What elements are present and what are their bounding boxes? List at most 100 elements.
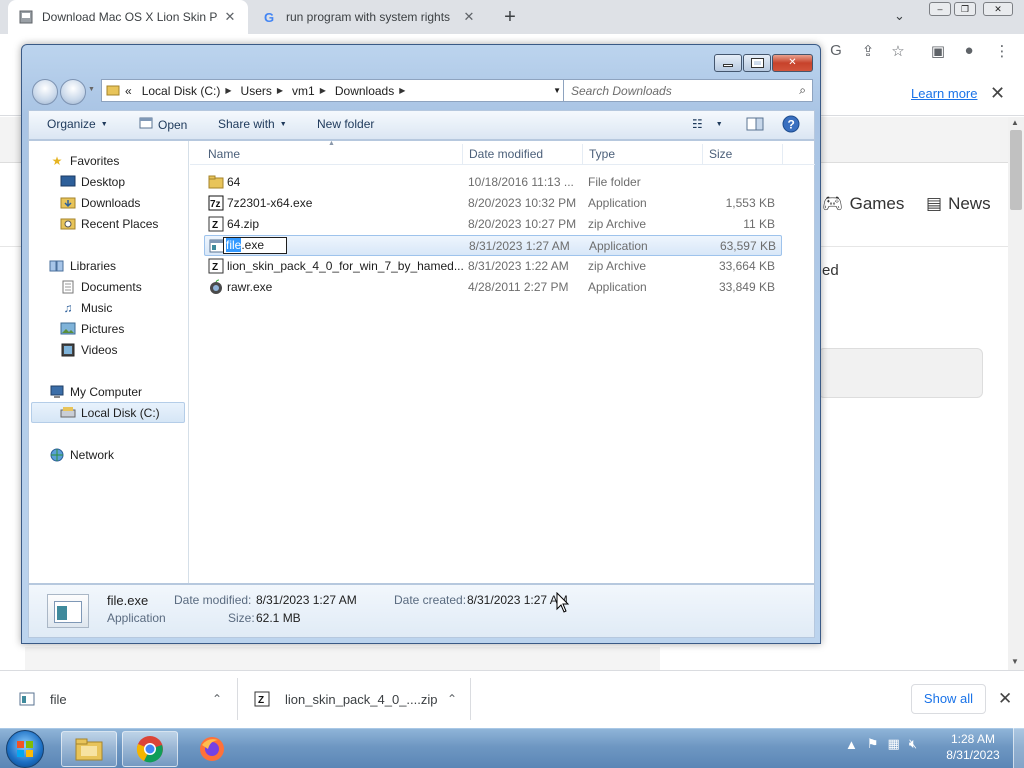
close-shelf-icon[interactable]: ✕ <box>998 689 1012 709</box>
nav-local-disk[interactable]: Local Disk (C:) <box>31 402 185 423</box>
organize-menu[interactable]: Organize ▼ <box>47 117 108 131</box>
nav-pictures[interactable]: Pictures <box>60 318 124 339</box>
nav-favorites[interactable]: ★ Favorites <box>49 150 120 171</box>
file-row[interactable]: Z lion_skin_pack_4_0_for_win_7_by_hamed.… <box>204 256 782 277</box>
window-minimize-button[interactable]: – <box>929 2 951 16</box>
open-button[interactable]: Open <box>139 117 187 132</box>
breadcrumb-users[interactable]: Users <box>241 84 272 98</box>
action-center-flag-icon[interactable]: ⚑ <box>867 736 879 752</box>
tab-run-program[interactable]: G run program with system rights ✕ <box>252 0 487 34</box>
preview-pane-button[interactable] <box>746 117 764 131</box>
open-label: Open <box>158 117 188 132</box>
nav-libraries[interactable]: Libraries <box>49 255 116 276</box>
change-view-button[interactable]: ☷ ▼ <box>692 117 723 131</box>
new-tab-button[interactable]: + <box>498 5 522 29</box>
nav-my-computer[interactable]: My Computer <box>49 381 142 402</box>
back-arrow-icon[interactable] <box>32 79 58 105</box>
bookmark-star-icon[interactable]: ☆ <box>887 42 909 60</box>
volume-muted-icon[interactable]: 🔇︎ <box>909 736 917 752</box>
nav-network[interactable]: Network <box>49 444 114 465</box>
download-item-file[interactable]: file ⌃ <box>18 670 222 728</box>
tray-expand-icon[interactable]: ▲ <box>845 737 858 752</box>
start-button[interactable] <box>6 730 44 768</box>
address-overflow[interactable]: « <box>125 84 132 98</box>
network-icon[interactable]: ▦ <box>888 736 900 752</box>
new-folder-button[interactable]: New folder <box>317 117 374 131</box>
explorer-minimize-button[interactable] <box>714 54 742 72</box>
site-search-box[interactable] <box>818 348 983 398</box>
nav-downloads[interactable]: Downloads <box>60 192 140 213</box>
nav-label: My Computer <box>70 384 143 399</box>
breadcrumb-separator-icon[interactable]: ▶ <box>320 86 326 95</box>
nav-recent-places[interactable]: Recent Places <box>60 213 158 234</box>
breadcrumb-separator-icon[interactable]: ▶ <box>399 86 405 95</box>
share-icon[interactable]: ⇪ <box>857 42 879 60</box>
learn-more-link[interactable]: Learn more <box>911 86 977 101</box>
nav-music[interactable]: ♫ Music <box>60 297 113 318</box>
column-divider[interactable] <box>702 144 703 164</box>
file-name: 7z2301-x64.exe <box>227 196 313 210</box>
column-header-type[interactable]: Type <box>589 147 615 161</box>
recent-pages-dropdown-icon[interactable]: ▼ <box>88 86 95 93</box>
share-with-menu[interactable]: Share with ▼ <box>218 117 287 131</box>
address-bar[interactable]: « Local Disk (C:) ▶ Users ▶ vm1 ▶ Downlo… <box>101 79 568 102</box>
site-nav-games[interactable]: 🎮︎ Games <box>822 194 904 214</box>
breadcrumb-separator-icon[interactable]: ▶ <box>225 86 231 95</box>
taskbar-explorer-button[interactable] <box>61 731 117 767</box>
file-name: 64.zip <box>227 217 260 231</box>
address-history-dropdown-icon[interactable]: ▼ <box>553 86 561 95</box>
explorer-close-button[interactable]: ✕ <box>772 54 813 72</box>
column-header-size[interactable]: Size <box>709 147 732 161</box>
address-folder-icon <box>106 83 120 99</box>
column-header-date-modified[interactable]: Date modified <box>469 147 543 161</box>
chevron-up-icon[interactable]: ⌃ <box>447 692 457 706</box>
taskbar-firefox-button[interactable] <box>184 731 240 767</box>
details-size-label: Size: <box>228 611 255 625</box>
nav-label: Desktop <box>81 174 126 189</box>
column-header-name[interactable]: Name <box>208 147 240 161</box>
google-lens-icon[interactable]: G <box>825 42 847 59</box>
scroll-up-arrow-icon[interactable]: ▲ <box>1011 118 1019 127</box>
file-row[interactable]: 7z 7z2301-x64.exe 8/20/2023 10:32 PM App… <box>204 193 782 214</box>
download-item-lion-skin[interactable]: Z lion_skin_pack_4_0_....zip ⌃ <box>253 670 457 728</box>
file-row-selected[interactable]: file.exe 8/31/2023 1:27 AM Application 6… <box>204 235 782 256</box>
file-row[interactable]: rawr.exe 4/28/2011 2:27 PM Application 3… <box>204 277 782 298</box>
side-panel-icon[interactable]: ▣ <box>927 42 949 60</box>
infobar-close-icon[interactable]: ✕ <box>990 83 1005 104</box>
taskbar-chrome-button[interactable] <box>122 731 178 767</box>
search-downloads-input[interactable]: Search Downloads ⌕ <box>563 79 813 102</box>
breadcrumb-downloads[interactable]: Downloads <box>335 84 394 98</box>
explorer-maximize-button[interactable] <box>743 54 771 72</box>
search-icon[interactable]: ⌕ <box>799 83 806 98</box>
show-all-downloads-button[interactable]: Show all <box>911 684 986 714</box>
menu-kebab-icon[interactable]: ⋮ <box>991 42 1013 60</box>
scroll-down-arrow-icon[interactable]: ▼ <box>1011 657 1019 666</box>
breadcrumb-local-disk[interactable]: Local Disk (C:) <box>142 84 221 98</box>
rename-input[interactable]: file.exe <box>223 237 287 254</box>
nav-videos[interactable]: Videos <box>60 339 117 360</box>
breadcrumb-vm1[interactable]: vm1 <box>292 84 315 98</box>
file-row[interactable]: Z 64.zip 8/20/2023 10:27 PM zip Archive … <box>204 214 782 235</box>
profile-avatar-icon[interactable]: ● <box>958 42 980 59</box>
tab-search-chevron-icon[interactable]: ⌄ <box>894 8 905 24</box>
window-close-button[interactable]: ✕ <box>983 2 1013 16</box>
nav-desktop[interactable]: Desktop <box>60 171 125 192</box>
window-restore-button[interactable]: ❐ <box>954 2 976 16</box>
page-scrollbar-thumb[interactable] <box>1010 130 1022 210</box>
column-divider[interactable] <box>582 144 583 164</box>
column-divider[interactable] <box>462 144 463 164</box>
show-desktop-button[interactable] <box>1013 728 1024 768</box>
taskbar-clock[interactable]: 1:28 AM 8/31/2023 <box>936 731 1010 763</box>
site-nav-news[interactable]: ▤ News <box>926 194 991 214</box>
close-icon[interactable]: ✕ <box>222 9 238 25</box>
tab-mac-os-lion-skin[interactable]: Download Mac OS X Lion Skin Pa ✕ <box>8 0 248 34</box>
folder-icon <box>75 738 103 761</box>
chevron-up-icon[interactable]: ⌃ <box>212 692 222 706</box>
forward-arrow-icon[interactable] <box>60 79 86 105</box>
file-row[interactable]: 64 10/18/2016 11:13 ... File folder <box>204 172 782 193</box>
close-icon[interactable]: ✕ <box>461 9 477 25</box>
help-button[interactable]: ? <box>782 115 800 133</box>
breadcrumb-separator-icon[interactable]: ▶ <box>277 86 283 95</box>
nav-documents[interactable]: Documents <box>60 276 142 297</box>
column-divider[interactable] <box>782 144 783 164</box>
